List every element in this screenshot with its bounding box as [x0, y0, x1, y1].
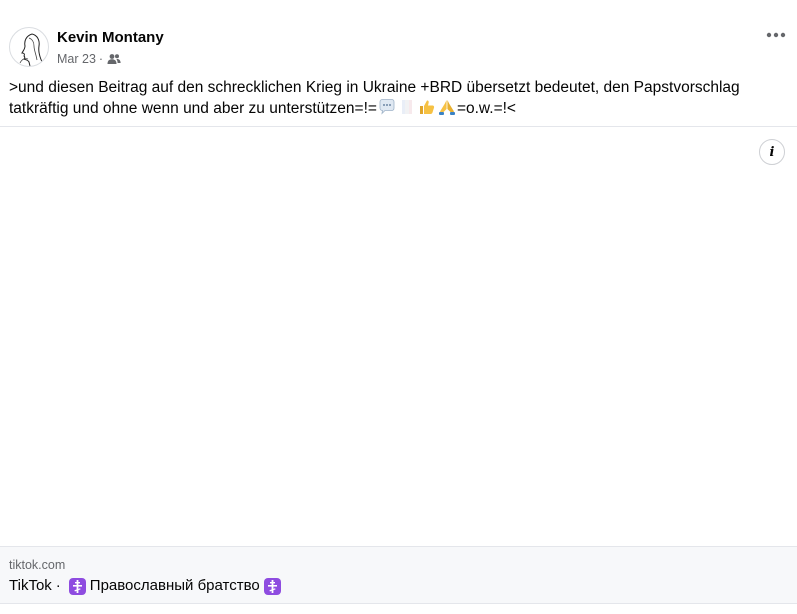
author-name[interactable]: Kevin Montany	[57, 29, 164, 47]
link-domain: tiktok.com	[9, 558, 66, 572]
friends-icon[interactable]	[107, 53, 121, 65]
more-dots-icon	[766, 32, 786, 38]
profile-sketch-icon	[19, 33, 44, 66]
post-header: Kevin Montany Mar 23 ·	[9, 27, 797, 67]
post-meta: Mar 23 ·	[57, 51, 121, 67]
post-card: Kevin Montany Mar 23 · >und diesen Beitr…	[0, 0, 797, 614]
emoji-run	[377, 99, 457, 117]
link-separator: ·	[55, 577, 61, 594]
info-icon: i	[769, 144, 775, 160]
post-text-tail: =o.w.=!<	[456, 100, 516, 117]
embedded-video[interactable]: i	[0, 126, 797, 547]
post-text-main: >und diesen Beitrag auf den schreckliche…	[9, 79, 740, 117]
link-preview[interactable]: tiktok.com TikTok · Православный братств…	[0, 546, 797, 604]
folded-hands-icon	[438, 100, 455, 115]
post-date[interactable]: Mar 23	[57, 51, 96, 67]
link-title-text: Православный братство	[89, 577, 260, 594]
speech-bubble-icon	[379, 99, 395, 115]
flag-icon	[401, 100, 412, 114]
more-options-button[interactable]	[765, 25, 787, 45]
thumbs-up-icon	[419, 100, 435, 114]
link-site: TikTok	[9, 577, 52, 594]
link-title: TikTok · Православный братство	[9, 576, 285, 596]
orthodox-cross-icon	[263, 577, 281, 595]
post-text: >und diesen Beitrag auf den schreckliche…	[9, 77, 757, 119]
info-button[interactable]: i	[759, 139, 785, 165]
meta-separator: ·	[98, 52, 104, 66]
orthodox-cross-icon	[68, 577, 86, 595]
avatar[interactable]	[9, 27, 49, 67]
